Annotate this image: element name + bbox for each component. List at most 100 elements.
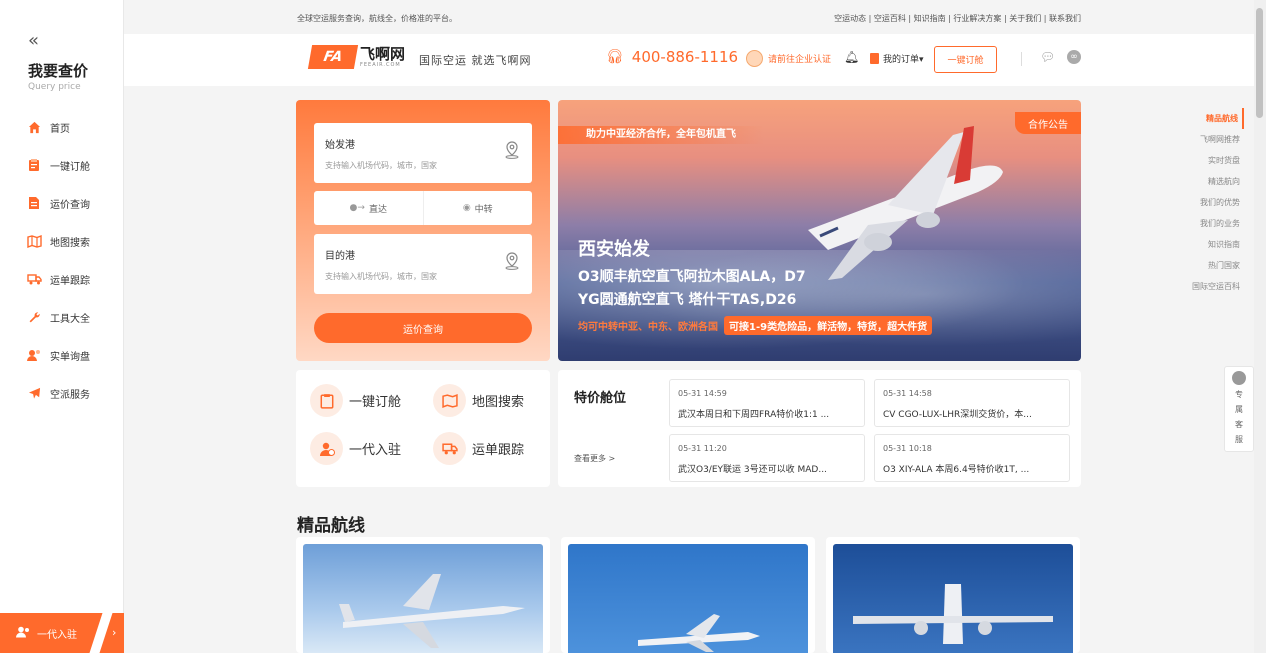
user-add-icon <box>310 432 343 465</box>
chevron-right-icon[interactable]: › <box>112 626 116 639</box>
quick-book-button[interactable]: 一键订舱 <box>934 46 997 73</box>
rate-search-card: 始发港 支持输入机场代码，城市，国家 ●→ 直达 ◉ 中转 目的港 支持输入机场代码… <box>296 100 550 361</box>
avatar <box>746 50 763 67</box>
sidebar-item-label: 首页 <box>50 123 70 135</box>
banner-line-1: O3顺丰航空直飞阿拉木图ALA，D7 <box>578 269 806 285</box>
collapse-icon[interactable]: « <box>28 30 39 51</box>
sidebar-item-label: 地图搜索 <box>50 237 90 249</box>
view-more-link[interactable]: 查看更多 > <box>574 453 615 464</box>
sidebar-item-rate-query[interactable]: 运价查询 <box>0 184 124 222</box>
announcement-badge: 合作公告 <box>1015 112 1081 134</box>
sidebar-subtitle: Query price <box>28 82 81 92</box>
airplane-image <box>808 126 1003 280</box>
link-icon[interactable]: ∞ <box>1067 50 1081 64</box>
enterprise-certify-link[interactable]: 请前往企业认证 <box>746 50 831 67</box>
map-icon <box>433 384 466 417</box>
anchor-item[interactable]: 国际空运百科 <box>1192 276 1244 297</box>
site-logo[interactable]: FA 飞啊网 FEEAIR.COM <box>307 45 405 69</box>
header-slogan: 国际空运 就选飞啊网 <box>419 54 532 67</box>
left-sidebar: « 我要查价 Query price 首页 一键订舱 运价查询 地图搜索 运单跟… <box>0 0 124 653</box>
scrollbar[interactable] <box>1254 0 1266 653</box>
sidebar-title: 我要查价 <box>28 62 89 80</box>
special-offers-panel: 特价舱位 查看更多 > 05-31 14:59 武汉本周日和下周四FRA特价收1… <box>558 370 1081 487</box>
special-offer-card[interactable]: 05-31 14:58 CV CGO-LUX-LHR深圳交货价，本... <box>874 379 1070 427</box>
quick-actions-panel: 一键订舱 地图搜索 一代入驻 运单跟踪 <box>296 370 550 487</box>
sidebar-item-tools[interactable]: 工具大全 <box>0 298 124 336</box>
logo-domain: FEEAIR.COM <box>360 62 401 68</box>
sidebar-item-quick-book[interactable]: 一键订舱 <box>0 146 124 184</box>
banner-tag: 助力中亚经济合作，全年包机直飞 <box>558 126 764 144</box>
user-group-icon <box>26 347 42 363</box>
origin-field[interactable]: 始发港 支持输入机场代码，城市，国家 <box>314 123 532 183</box>
promo-banner[interactable]: 助力中亚经济合作，全年包机直飞 合作公告 西安始发 O3顺丰航空直飞阿拉木图AL… <box>558 100 1081 361</box>
destination-field[interactable]: 目的港 支持输入机场代码，城市，国家 <box>314 234 532 294</box>
tracking-action[interactable]: 运单跟踪 <box>433 432 524 465</box>
sidebar-item-inquiry[interactable]: 实单询盘 <box>0 336 124 374</box>
clipboard-icon <box>310 384 343 417</box>
offer-time: 05-31 10:18 <box>883 444 932 453</box>
special-offers-title: 特价舱位 <box>574 391 627 406</box>
bell-icon[interactable]: 🔔︎ <box>844 50 859 64</box>
banner-line-3: 均可中转中亚、中东、欧洲各国 可接1-9类危险品，鲜活物，特货，超大件货 <box>578 316 933 335</box>
headset-icon <box>1232 371 1246 385</box>
destination-placeholder: 支持输入机场代码，城市，国家 <box>325 272 437 281</box>
join-agent-action[interactable]: 一代入驻 <box>310 432 401 465</box>
origin-label: 始发港 <box>325 140 355 151</box>
anchor-item[interactable]: 知识指南 <box>1192 234 1244 255</box>
route-card[interactable] <box>296 537 550 653</box>
customer-service-button[interactable]: 专 属 客 服 <box>1224 366 1254 452</box>
anchor-item[interactable]: 我们的优势 <box>1192 192 1244 213</box>
offer-text: O3 XIY-ALA 本周6.4号特价收1T, ... <box>883 465 1030 475</box>
special-offer-card[interactable]: 05-31 11:20 武汉O3/EY联运 3号还可以收 MAD... <box>669 434 865 482</box>
route-image <box>303 544 543 653</box>
anchor-item[interactable]: 飞啊网推荐 <box>1192 129 1244 150</box>
arrow-right-icon: ●→ <box>349 203 365 213</box>
sidebar-item-tracking[interactable]: 运单跟踪 <box>0 260 124 298</box>
anchor-item[interactable]: 精选航向 <box>1192 171 1244 192</box>
sidebar-item-air-dispatch[interactable]: 空派服务 <box>0 374 124 412</box>
anchor-item[interactable]: 精品航线 <box>1192 108 1244 129</box>
join-agent-button[interactable]: 一代入驻 › <box>0 613 124 653</box>
sidebar-menu: 首页 一键订舱 运价查询 地图搜索 运单跟踪 工具大全 实单询盘 空派服务 <box>0 108 124 412</box>
logo-mark: FA <box>307 45 359 69</box>
offer-text: 武汉本周日和下周四FRA特价收1:1 ... <box>678 410 830 420</box>
my-orders-menu[interactable]: 我的订单▾ <box>870 52 924 65</box>
transfer-option[interactable]: ◉ 中转 <box>422 191 533 225</box>
route-card[interactable] <box>561 537 815 653</box>
location-pin-icon <box>504 141 520 159</box>
banner-line-3a: 均可中转中亚、中东、欧洲各国 <box>578 322 718 333</box>
anchor-item[interactable]: 实时货盘 <box>1192 150 1244 171</box>
home-icon <box>26 119 42 135</box>
banner-line-3b: 可接1-9类危险品，鲜活物，特货，超大件货 <box>724 316 933 335</box>
offer-text: 武汉O3/EY联运 3号还可以收 MAD... <box>678 465 827 475</box>
scrollbar-thumb[interactable] <box>1256 8 1263 118</box>
quick-book-action[interactable]: 一键订舱 <box>310 384 401 417</box>
route-card[interactable] <box>826 537 1080 653</box>
section-title: 精品航线 <box>297 516 365 536</box>
map-search-action[interactable]: 地图搜索 <box>433 384 524 417</box>
sidebar-item-label: 一键订舱 <box>50 161 90 173</box>
top-links[interactable]: 空运动态 | 空运百科 | 知识指南 | 行业解决方案 | 关于我们 | 联系我… <box>834 13 1081 24</box>
special-offer-card[interactable]: 05-31 10:18 O3 XIY-ALA 本周6.4号特价收1T, ... <box>874 434 1070 482</box>
sidebar-item-map-search[interactable]: 地图搜索 <box>0 222 124 260</box>
site-tagline: 全球空运服务查询，航线全，价格准的平台。 <box>297 14 457 23</box>
sidebar-item-label: 运价查询 <box>50 199 90 211</box>
wechat-icon[interactable]: 💬︎ <box>1040 50 1055 64</box>
special-offer-card[interactable]: 05-31 14:59 武汉本周日和下周四FRA特价收1:1 ... <box>669 379 865 427</box>
divider <box>1021 52 1022 66</box>
join-agent-label: 一代入驻 <box>37 629 77 641</box>
direct-option[interactable]: ●→ 直达 <box>314 191 423 225</box>
rate-query-button[interactable]: 运价查询 <box>314 313 532 343</box>
route-image <box>568 544 808 653</box>
airplane-icon <box>26 385 42 401</box>
document-icon <box>26 195 42 211</box>
banner-heading: 西安始发 <box>578 239 650 260</box>
headset-icon: 🎧︎ <box>606 49 624 65</box>
clipboard-icon <box>26 157 42 173</box>
anchor-item[interactable]: 热门国家 <box>1192 255 1244 276</box>
sidebar-item-label: 工具大全 <box>50 313 90 325</box>
right-anchor-nav: 精品航线 飞啊网推荐 实时货盘 精选航向 我们的优势 我们的业务 知识指南 热门… <box>1192 108 1244 297</box>
sidebar-item-label: 实单询盘 <box>50 351 90 363</box>
sidebar-item-home[interactable]: 首页 <box>0 108 124 146</box>
anchor-item[interactable]: 我们的业务 <box>1192 213 1244 234</box>
